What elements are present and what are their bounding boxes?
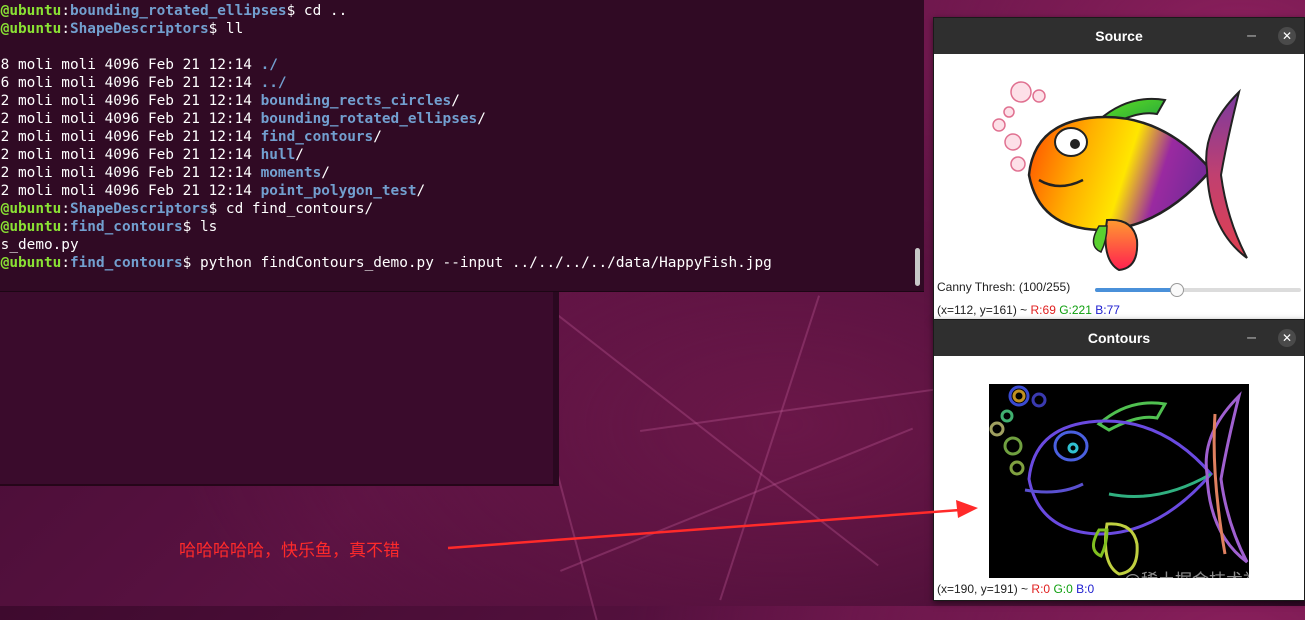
terminal-line: .@ubuntu:ShapeDescriptors$ ll	[0, 20, 243, 38]
command-text: $ ll	[208, 21, 244, 37]
directory-name: ../	[260, 75, 287, 91]
source-status-r: R:69	[1030, 303, 1056, 317]
contours-image-area: (x=190, y=191) ~ R:0 G:0 B:0	[934, 356, 1304, 600]
command-text: $ cd ..	[286, 3, 348, 19]
contours-titlebar[interactable]: Contours – ✕	[934, 320, 1304, 356]
terminal-line: 2 moli moli 4096 Feb 21 12:14 bounding_r…	[0, 92, 460, 110]
directory-name: bounding_rects_circles	[260, 93, 452, 109]
annotation-text: 哈哈哈哈哈，快乐鱼，真不错	[179, 541, 400, 561]
terminal-line: 2 moli moli 4096 Feb 21 12:14 bounding_r…	[0, 110, 486, 128]
source-status-g: G:221	[1059, 303, 1092, 317]
prompt-user: .@ubuntu	[0, 3, 62, 19]
source-status-coords: (x=112, y=161) ~	[937, 303, 1031, 317]
prompt-path: ShapeDescriptors	[69, 201, 209, 217]
canny-trackbar[interactable]	[1095, 283, 1301, 297]
contours-status-b: B:0	[1076, 582, 1095, 596]
listing-info: 2 moli moli 4096 Feb 21 12:14	[0, 111, 261, 127]
terminal-line: 6 moli moli 4096 Feb 21 12:14 ../	[0, 74, 287, 92]
canny-trackbar-fill	[1095, 288, 1176, 292]
terminal-line: 2 moli moli 4096 Feb 21 12:14 moments/	[0, 164, 330, 182]
directory-name: ./	[260, 57, 278, 73]
terminal-line: .@ubuntu:find_contours$ python findConto…	[0, 254, 772, 272]
terminal-window[interactable]: .@ubuntu:bounding_rotated_ellipses$ cd .…	[0, 0, 924, 292]
contours-window[interactable]: Contours – ✕ (x=190, y=191) ~ R:0 G:0 B:…	[933, 319, 1305, 601]
minimize-icon[interactable]: –	[1247, 320, 1256, 356]
prompt-path: bounding_rotated_ellipses	[69, 3, 287, 19]
terminal-line: 8 moli moli 4096 Feb 21 12:14 ./	[0, 56, 278, 74]
canny-trackbar-handle[interactable]	[1169, 283, 1184, 297]
prompt-user: .@ubuntu	[0, 219, 62, 235]
command-text: $ cd find_contours/	[208, 201, 374, 217]
background-terminal-window	[0, 288, 559, 486]
canny-trackbar-label: Canny Thresh: (100/255)	[937, 280, 1071, 294]
source-title: Source	[1095, 28, 1143, 44]
close-icon[interactable]: ✕	[1278, 27, 1296, 45]
prompt-user: .@ubuntu	[0, 201, 62, 217]
command-text: $ python findContours_demo.py --input ..…	[182, 255, 772, 271]
canny-trackbar-row: Canny Thresh: (100/255)	[937, 280, 1301, 298]
close-icon[interactable]: ✕	[1278, 329, 1296, 347]
listing-info: 2 moli moli 4096 Feb 21 12:14	[0, 165, 261, 181]
contours-status-g: G:0	[1053, 582, 1073, 596]
watermark-text: @稀土掘金技术社区	[1124, 571, 1277, 591]
terminal-line: s_demo.py	[0, 237, 79, 253]
listing-info: 2 moli moli 4096 Feb 21 12:14	[0, 183, 261, 199]
terminal-line: .@ubuntu:ShapeDescriptors$ cd find_conto…	[0, 200, 373, 218]
contours-status-coords: (x=190, y=191) ~	[937, 582, 1032, 596]
wallpaper-line	[538, 300, 879, 567]
prompt-path: ShapeDescriptors	[69, 21, 209, 37]
happy-fish-image	[989, 80, 1249, 274]
listing-info: 2 moli moli 4096 Feb 21 12:14	[0, 129, 261, 145]
contours-title: Contours	[1087, 330, 1151, 346]
listing-info: 2 moli moli 4096 Feb 21 12:14	[0, 147, 261, 163]
prompt-path: find_contours	[69, 219, 183, 235]
source-window[interactable]: Source – ✕ Canny Thresh: (100/255) (x=11…	[933, 17, 1305, 321]
source-titlebar[interactable]: Source – ✕	[934, 18, 1304, 54]
source-image-area: Canny Thresh: (100/255) (x=112, y=161) ~…	[934, 54, 1304, 320]
contours-status-r: R:0	[1031, 582, 1051, 596]
minimize-icon[interactable]: –	[1247, 18, 1256, 54]
terminal-line: .@ubuntu:find_contours$ ls	[0, 218, 217, 236]
terminal-line: 2 moli moli 4096 Feb 21 12:14 point_poly…	[0, 182, 426, 200]
terminal-scrollbar[interactable]	[915, 248, 920, 286]
directory-name: moments	[260, 165, 322, 181]
listing-info: 2 moli moli 4096 Feb 21 12:14	[0, 93, 261, 109]
directory-name: hull	[260, 147, 296, 163]
source-status-b: B:77	[1095, 303, 1120, 317]
contours-status-bar: (x=190, y=191) ~ R:0 G:0 B:0	[937, 582, 1094, 596]
directory-name: point_polygon_test	[260, 183, 417, 199]
prompt-path: find_contours	[69, 255, 183, 271]
source-status-bar: (x=112, y=161) ~ R:69 G:221 B:77	[937, 303, 1120, 317]
directory-name: find_contours	[260, 129, 374, 145]
prompt-user: .@ubuntu	[0, 255, 62, 271]
terminal-line: .@ubuntu:bounding_rotated_ellipses$ cd .…	[0, 2, 347, 20]
terminal-line: 2 moli moli 4096 Feb 21 12:14 hull/	[0, 146, 304, 164]
listing-info: 6 moli moli 4096 Feb 21 12:14	[0, 75, 261, 91]
terminal-line: 2 moli moli 4096 Feb 21 12:14 find_conto…	[0, 128, 382, 146]
wallpaper-line	[719, 295, 820, 601]
contours-image	[989, 384, 1249, 578]
prompt-user: .@ubuntu	[0, 21, 62, 37]
listing-info: 8 moli moli 4096 Feb 21 12:14	[0, 57, 261, 73]
wallpaper-line	[640, 384, 968, 432]
command-text: $ ls	[182, 219, 218, 235]
directory-name: bounding_rotated_ellipses	[260, 111, 478, 127]
